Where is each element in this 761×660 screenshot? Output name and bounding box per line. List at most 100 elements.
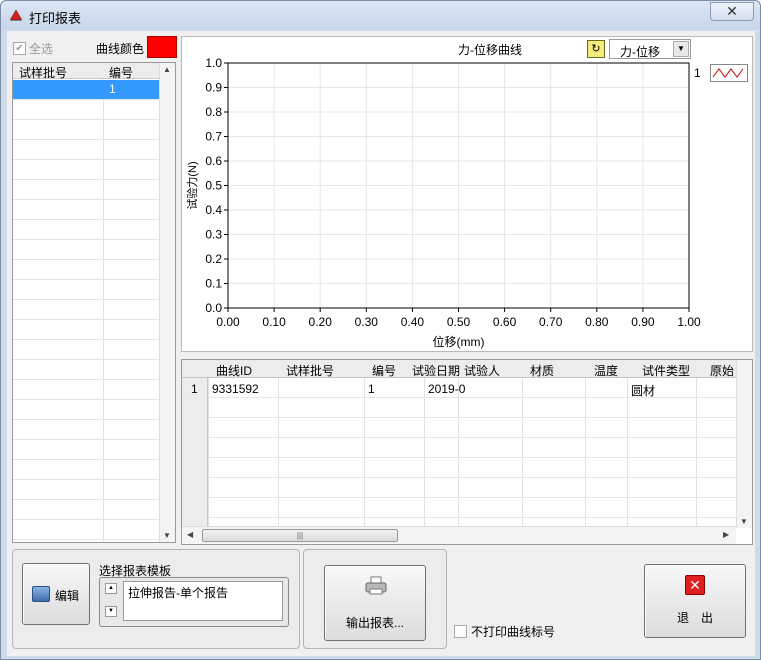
cell-number: 1 — [109, 82, 116, 96]
y-tick-label: 0.2 — [205, 252, 222, 266]
sample-list-grid — [13, 80, 159, 542]
no-print-label-checkbox[interactable]: 不打印曲线标号 — [454, 623, 555, 640]
header-cell[interactable]: 试验人 — [464, 362, 500, 379]
table-row[interactable]: 1 — [13, 80, 159, 99]
spin-up-icon[interactable]: ▲ — [105, 583, 117, 594]
x-tick-label: 0.60 — [493, 315, 517, 329]
curve-color-label: 曲线颜色 — [96, 42, 145, 56]
exit-label: 退出 — [676, 611, 725, 625]
header-number: 编号 — [109, 66, 134, 80]
refresh-icon[interactable]: ↻ — [587, 40, 605, 58]
x-tick-label: 0.40 — [401, 315, 425, 329]
checkmark-icon: ✔ — [13, 42, 26, 55]
legend-swatch[interactable] — [710, 64, 748, 82]
sample-list-table[interactable]: 试样批号 编号 1 ▲ ▼ — [12, 62, 176, 543]
header-cell[interactable]: 材质 — [530, 362, 554, 379]
exit-button[interactable]: ✕ 退出 — [644, 564, 746, 638]
export-label: 输出报表... — [345, 616, 404, 630]
scroll-down-icon[interactable]: ▼ — [163, 531, 171, 540]
vertical-scrollbar[interactable]: ▲ ▼ — [159, 63, 175, 542]
y-tick-label: 0.5 — [205, 179, 222, 193]
table-cell: 2019-0 — [428, 382, 466, 396]
chart-panel: 0.00 0.10 0.20 0.30 0.40 0.50 0.60 0.70 0.80 0.90… — [181, 36, 753, 352]
exit-icon: ✕ — [685, 575, 705, 595]
y-tick-label: 0.4 — [205, 203, 222, 217]
row-number-column — [182, 378, 208, 528]
header-batch: 试样批号 — [19, 66, 68, 80]
export-report-button[interactable]: 输出报表... — [324, 565, 426, 641]
column-divider — [522, 360, 523, 528]
column-divider — [278, 360, 279, 528]
y-tick-label: 0.3 — [205, 228, 222, 242]
table-cell: 圆材 — [631, 384, 656, 398]
header-cell[interactable]: 试件类型 — [642, 362, 690, 379]
window-title: 打印报表 — [29, 11, 82, 26]
column-divider — [103, 63, 104, 542]
client-area: ✔ 全选 曲线颜色 试样批号 编号 1 ▲ ▼ 0.00 0.10 0.20 0.3 0… — [7, 31, 755, 656]
x-tick-label: 0.50 — [447, 315, 471, 329]
x-tick-label: 1.00 — [677, 315, 701, 329]
sample-list-header: 试样批号 编号 — [13, 63, 159, 80]
scroll-down-icon[interactable]: ▼ — [740, 517, 748, 526]
x-tick-label: 0.00 — [216, 315, 240, 329]
folder-icon — [32, 586, 50, 602]
x-tick-label: 0.20 — [309, 315, 333, 329]
header-cell[interactable]: 温度 — [594, 362, 618, 379]
scroll-thumb[interactable]: ||| — [202, 529, 398, 542]
x-tick-label: 0.90 — [631, 315, 655, 329]
data-grid — [208, 378, 736, 528]
wave-line-icon — [712, 68, 744, 78]
curve-data-table[interactable]: 曲线ID 试样批号 编号 试验日期 试验人 材质 温度 试件类型 原始 1 9331592 1 20… — [181, 359, 753, 545]
legend-label: 1 — [694, 66, 701, 80]
y-tick-label: 0.0 — [205, 301, 222, 315]
title-bar: 打印报表 ✕ — [1, 1, 760, 29]
y-tick-label: 0.8 — [205, 105, 222, 119]
app-icon — [9, 9, 23, 21]
close-button[interactable]: ✕ — [710, 2, 754, 21]
chart-title: 力-位移曲线 — [458, 43, 522, 57]
data-table-header: 曲线ID 试样批号 编号 试验日期 试验人 材质 温度 试件类型 原始 — [182, 360, 736, 378]
curve-type-value: 力-位移 — [620, 45, 660, 59]
scroll-right-icon[interactable]: ▶ — [723, 530, 729, 539]
chevron-down-icon[interactable]: ▼ — [673, 41, 689, 57]
x-tick-label: 0.70 — [539, 315, 563, 329]
column-divider — [696, 360, 697, 528]
header-cell[interactable]: 试样批号 — [286, 362, 334, 379]
x-axis-label: 位移(mm) — [433, 334, 485, 349]
y-axis-label: 试验力(N) — [185, 161, 199, 209]
header-cell[interactable]: 原始 — [710, 362, 734, 379]
header-cell[interactable]: 试验日期 — [412, 362, 460, 379]
x-tick-label: 0.10 — [262, 315, 286, 329]
header-cell[interactable]: 曲线ID — [216, 362, 252, 379]
edit-button[interactable]: 编辑 — [22, 563, 90, 625]
spin-down-icon[interactable]: ▼ — [105, 606, 117, 617]
curve-type-select[interactable]: 力-位移 ▼ — [609, 39, 691, 59]
column-divider — [364, 360, 365, 528]
column-divider — [627, 360, 628, 528]
row-index: 1 — [191, 382, 198, 396]
force-displacement-chart: 0.00 0.10 0.20 0.30 0.40 0.50 0.60 0.70 0.80 0.90… — [185, 56, 701, 349]
y-tick-label: 0.6 — [205, 154, 222, 168]
template-value[interactable]: 拉伸报告-单个报告 — [123, 581, 283, 621]
horizontal-scrollbar[interactable]: ◀ ||| ▶ — [182, 526, 736, 544]
y-tick-label: 1.0 — [205, 56, 222, 70]
select-all-checkbox[interactable]: ✔ 全选 — [13, 40, 53, 57]
table-cell: 1 — [368, 382, 375, 396]
print-report-window: 打印报表 ✕ ✔ 全选 曲线颜色 试样批号 编号 1 ▲ ▼ 0.00 0.10… — [0, 0, 761, 660]
y-tick-label: 0.7 — [205, 130, 222, 144]
curve-color-picker[interactable] — [147, 36, 177, 58]
template-selector[interactable]: ▲ ▼ 拉伸报告-单个报告 — [99, 577, 289, 627]
printer-icon — [365, 576, 387, 595]
template-spinner[interactable]: ▲ ▼ — [105, 583, 119, 619]
select-all-label: 全选 — [29, 42, 54, 56]
header-cell[interactable]: 编号 — [372, 362, 396, 379]
scroll-up-icon[interactable]: ▲ — [163, 65, 171, 74]
column-divider — [585, 360, 586, 528]
column-divider — [208, 360, 209, 528]
table-cell: 9331592 — [212, 382, 259, 396]
edit-label: 编辑 — [55, 589, 80, 603]
scroll-left-icon[interactable]: ◀ — [187, 530, 193, 539]
vertical-scrollbar[interactable]: ▼ — [736, 360, 752, 528]
checkbox-icon[interactable] — [454, 625, 467, 638]
column-divider — [424, 360, 425, 528]
